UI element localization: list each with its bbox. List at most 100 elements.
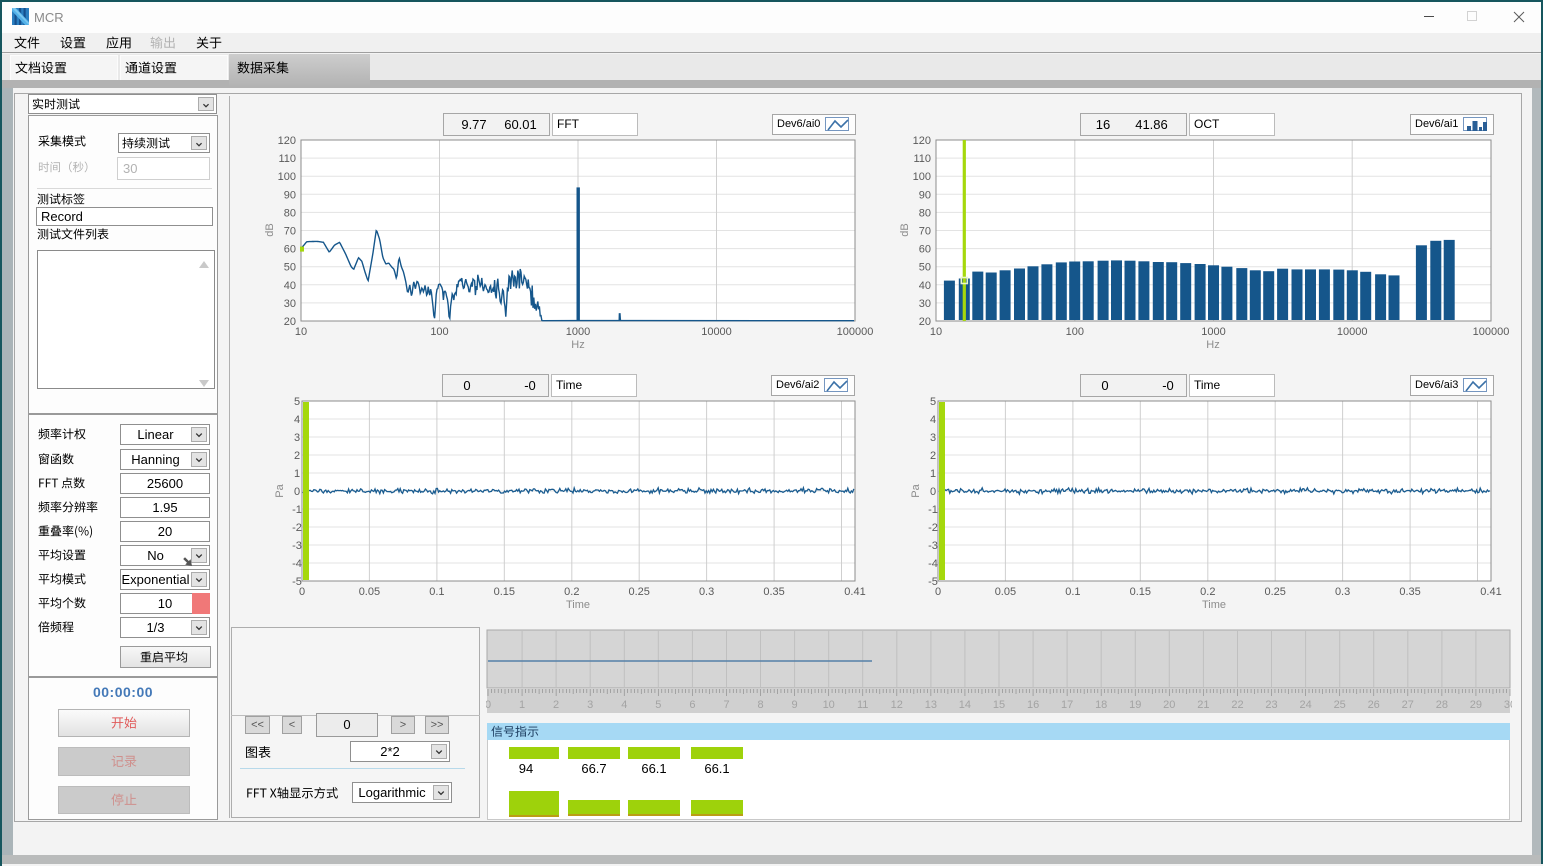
svg-text:1000: 1000 (1201, 326, 1225, 338)
svg-text:1000: 1000 (566, 326, 590, 338)
svg-text:0.15: 0.15 (1130, 586, 1151, 598)
svg-text:-1: -1 (928, 504, 938, 516)
svg-text:100: 100 (430, 326, 448, 338)
svg-text:0.1: 0.1 (429, 586, 444, 598)
svg-text:11: 11 (857, 699, 868, 711)
svg-text:21: 21 (1197, 699, 1209, 711)
svg-text:40: 40 (919, 280, 931, 292)
svg-text:70: 70 (284, 226, 296, 238)
svg-text:0.2: 0.2 (564, 586, 579, 598)
svg-text:0.35: 0.35 (1399, 586, 1420, 598)
svg-text:10: 10 (823, 699, 835, 711)
svg-text:15: 15 (993, 699, 1005, 711)
svg-text:10000: 10000 (1337, 326, 1368, 338)
svg-text:Time: Time (566, 599, 590, 611)
svg-text:9: 9 (792, 699, 798, 711)
svg-text:100000: 100000 (837, 326, 874, 338)
svg-text:0: 0 (486, 699, 491, 711)
svg-text:100000: 100000 (1473, 326, 1510, 338)
svg-text:4: 4 (621, 699, 627, 711)
svg-text:dB: dB (899, 223, 911, 236)
svg-text:dB: dB (264, 223, 276, 236)
svg-text:3: 3 (930, 432, 936, 444)
svg-text:-2: -2 (928, 522, 938, 534)
svg-text:100: 100 (278, 171, 296, 183)
svg-text:10: 10 (295, 326, 307, 338)
svg-text:-4: -4 (292, 558, 302, 570)
svg-text:100: 100 (913, 171, 931, 183)
svg-text:-1: -1 (292, 504, 302, 516)
svg-text:0.3: 0.3 (699, 586, 714, 598)
svg-text:70: 70 (919, 226, 931, 238)
svg-text:-3: -3 (292, 540, 302, 552)
svg-text:Time: Time (1202, 599, 1226, 611)
svg-text:27: 27 (1402, 699, 1414, 711)
svg-text:29: 29 (1470, 699, 1482, 711)
svg-text:60: 60 (284, 244, 296, 256)
svg-text:8: 8 (757, 699, 763, 711)
svg-text:3: 3 (587, 699, 593, 711)
svg-text:-2: -2 (292, 522, 302, 534)
svg-text:0: 0 (294, 486, 300, 498)
svg-text:1: 1 (294, 468, 300, 480)
svg-text:Pa: Pa (910, 483, 922, 497)
svg-text:0: 0 (930, 486, 936, 498)
svg-text:50: 50 (284, 262, 296, 274)
svg-text:0.2: 0.2 (1200, 586, 1215, 598)
svg-text:0.05: 0.05 (359, 586, 380, 598)
svg-text:110: 110 (278, 153, 296, 165)
svg-text:90: 90 (284, 189, 296, 201)
svg-text:0.41: 0.41 (1480, 586, 1501, 598)
svg-text:0: 0 (935, 586, 941, 598)
svg-text:50: 50 (919, 262, 931, 274)
svg-text:40: 40 (284, 280, 296, 292)
svg-text:3: 3 (294, 432, 300, 444)
svg-text:5: 5 (294, 396, 300, 408)
svg-text:28: 28 (1436, 699, 1448, 711)
svg-text:13: 13 (925, 699, 937, 711)
svg-text:90: 90 (919, 189, 931, 201)
svg-text:110: 110 (913, 153, 931, 165)
svg-text:16: 16 (1027, 699, 1039, 711)
svg-text:10000: 10000 (701, 326, 732, 338)
svg-text:17: 17 (1061, 699, 1073, 711)
svg-text:60: 60 (919, 244, 931, 256)
svg-text:25: 25 (1334, 699, 1346, 711)
svg-text:1: 1 (930, 468, 936, 480)
svg-text:30: 30 (919, 298, 931, 310)
svg-text:6: 6 (689, 699, 695, 711)
svg-text:0.15: 0.15 (494, 586, 515, 598)
svg-text:14: 14 (959, 699, 971, 711)
svg-text:18: 18 (1095, 699, 1107, 711)
svg-text:-3: -3 (928, 540, 938, 552)
svg-text:2: 2 (294, 450, 300, 462)
svg-text:0.3: 0.3 (1335, 586, 1350, 598)
svg-text:23: 23 (1265, 699, 1277, 711)
svg-text:0.41: 0.41 (844, 586, 865, 598)
svg-text:0.05: 0.05 (995, 586, 1016, 598)
svg-text:2: 2 (930, 450, 936, 462)
svg-text:30: 30 (1504, 699, 1512, 711)
svg-text:-4: -4 (928, 558, 938, 570)
svg-text:0: 0 (299, 586, 305, 598)
svg-text:Hz: Hz (571, 339, 584, 351)
svg-text:80: 80 (284, 207, 296, 219)
svg-text:7: 7 (723, 699, 729, 711)
svg-text:Hz: Hz (1206, 339, 1219, 351)
svg-text:2: 2 (553, 699, 559, 711)
svg-text:30: 30 (284, 298, 296, 310)
svg-text:19: 19 (1129, 699, 1141, 711)
svg-text:120: 120 (278, 135, 296, 147)
svg-text:4: 4 (294, 414, 300, 426)
svg-text:120: 120 (913, 135, 931, 147)
svg-text:80: 80 (919, 207, 931, 219)
svg-text:0.25: 0.25 (628, 586, 649, 598)
svg-text:0.35: 0.35 (763, 586, 784, 598)
svg-text:4: 4 (930, 414, 936, 426)
svg-text:1: 1 (519, 699, 525, 711)
svg-text:5: 5 (655, 699, 661, 711)
svg-text:Pa: Pa (274, 483, 286, 497)
svg-text:0.25: 0.25 (1264, 586, 1285, 598)
svg-text:26: 26 (1368, 699, 1380, 711)
svg-text:10: 10 (930, 326, 942, 338)
